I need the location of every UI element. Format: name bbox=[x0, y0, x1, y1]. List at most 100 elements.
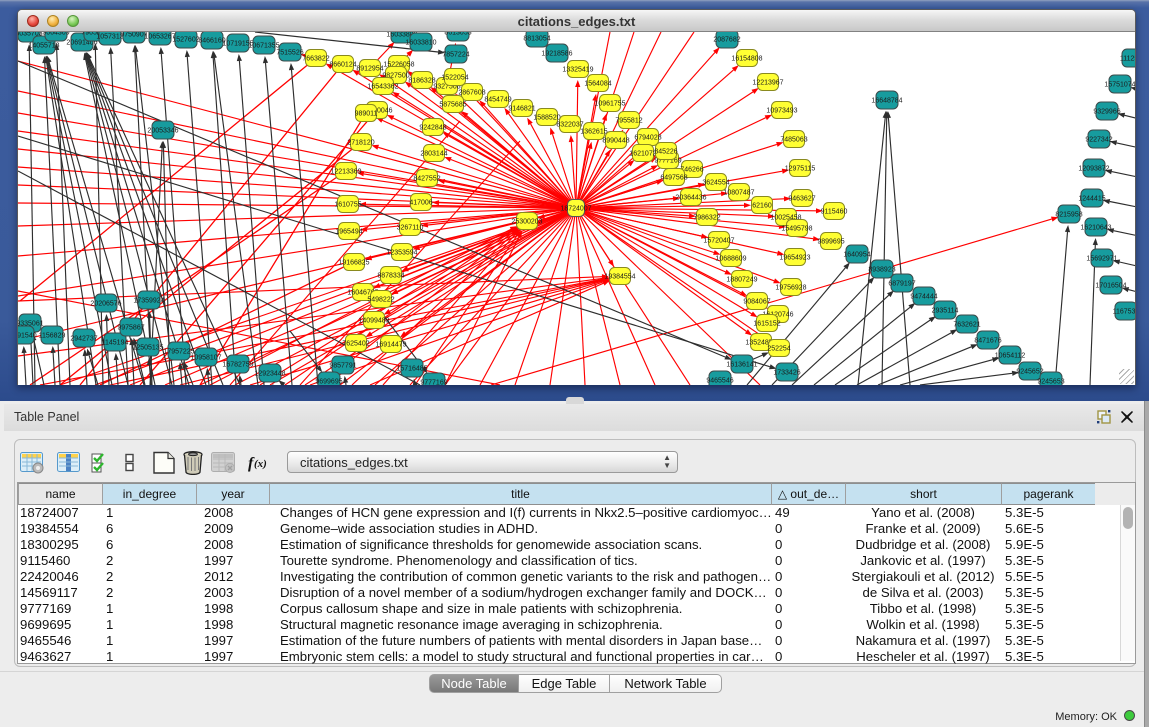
svg-text:19218586: 19218586 bbox=[541, 51, 572, 58]
svg-text:6497568: 6497568 bbox=[660, 175, 687, 182]
svg-text:19166825: 19166825 bbox=[338, 260, 369, 267]
svg-text:14099489: 14099489 bbox=[358, 318, 389, 325]
svg-text:1522054: 1522054 bbox=[441, 75, 468, 82]
svg-text:8454749: 8454749 bbox=[484, 97, 511, 104]
svg-text:16210643: 16210643 bbox=[1080, 225, 1111, 232]
svg-text:8427552: 8427552 bbox=[413, 176, 440, 183]
svg-text:7632621: 7632621 bbox=[953, 322, 980, 329]
svg-text:2803144: 2803144 bbox=[420, 151, 447, 158]
svg-text:7485063: 7485063 bbox=[780, 137, 807, 144]
svg-text:9064309: 9064309 bbox=[42, 32, 69, 37]
svg-text:5875685: 5875685 bbox=[439, 102, 466, 109]
svg-text:12923448: 12923448 bbox=[254, 371, 285, 378]
svg-text:1615152: 1615152 bbox=[753, 321, 780, 328]
svg-text:9474444: 9474444 bbox=[910, 294, 937, 301]
svg-text:15751074: 15751074 bbox=[1104, 82, 1135, 89]
svg-text:7515526: 7515526 bbox=[276, 50, 303, 57]
svg-text:13325419: 13325419 bbox=[562, 67, 593, 74]
svg-text:7955812: 7955812 bbox=[615, 118, 642, 125]
svg-text:5498222: 5498222 bbox=[367, 297, 394, 304]
svg-text:2718120: 2718120 bbox=[347, 140, 374, 147]
svg-text:9465546: 9465546 bbox=[706, 378, 733, 385]
svg-text:7625402: 7625402 bbox=[342, 341, 369, 348]
svg-text:1527602: 1527602 bbox=[172, 37, 199, 44]
svg-text:1640954: 1640954 bbox=[843, 252, 870, 259]
svg-text:10653267: 10653267 bbox=[144, 34, 175, 41]
svg-text:16154808: 16154808 bbox=[731, 56, 762, 63]
svg-text:14055713: 14055713 bbox=[28, 43, 59, 50]
svg-text:8471676: 8471676 bbox=[974, 338, 1001, 345]
svg-text:15495798: 15495798 bbox=[781, 226, 812, 233]
svg-text:12213967: 12213967 bbox=[752, 80, 783, 87]
svg-text:19654923: 19654923 bbox=[779, 255, 810, 262]
svg-text:10958107: 10958107 bbox=[190, 355, 221, 362]
svg-text:18724007: 18724007 bbox=[560, 206, 591, 213]
svg-text:25300203: 25300203 bbox=[511, 219, 542, 226]
svg-text:252254: 252254 bbox=[767, 346, 790, 353]
svg-text:8660124: 8660124 bbox=[329, 62, 356, 69]
svg-text:1588520: 1588520 bbox=[533, 115, 560, 122]
svg-text:417006: 417006 bbox=[409, 200, 432, 207]
svg-text:12213369: 12213369 bbox=[330, 169, 361, 176]
svg-text:20053346: 20053346 bbox=[147, 128, 178, 135]
svg-text:10973493: 10973493 bbox=[766, 108, 797, 115]
svg-text:17359924: 17359924 bbox=[133, 298, 164, 305]
svg-text:19384554: 19384554 bbox=[604, 274, 635, 281]
svg-text:6879197: 6879197 bbox=[888, 281, 915, 288]
svg-text:9391540: 9391540 bbox=[18, 333, 37, 340]
svg-text:9227342: 9227342 bbox=[1085, 137, 1112, 144]
svg-text:1145194: 1145194 bbox=[102, 340, 129, 347]
svg-text:8990448: 8990448 bbox=[602, 138, 629, 145]
svg-text:16648784: 16648784 bbox=[871, 98, 902, 105]
svg-text:9975867: 9975867 bbox=[117, 325, 144, 332]
svg-text:62160: 62160 bbox=[752, 203, 772, 210]
svg-text:9245653: 9245653 bbox=[1037, 379, 1064, 385]
svg-text:9242848: 9242848 bbox=[419, 125, 446, 132]
svg-text:989011: 989011 bbox=[355, 111, 378, 118]
svg-text:15692971: 15692971 bbox=[1086, 256, 1117, 263]
svg-text:8186328: 8186328 bbox=[408, 78, 435, 85]
svg-text:2942737: 2942737 bbox=[70, 336, 97, 343]
svg-text:9245652: 9245652 bbox=[1016, 369, 1043, 376]
svg-text:10654112: 10654112 bbox=[995, 353, 1026, 360]
svg-text:9463627: 9463627 bbox=[788, 196, 815, 203]
svg-text:9777169: 9777169 bbox=[420, 380, 447, 385]
svg-text:7857224: 7857224 bbox=[442, 52, 469, 59]
svg-text:3624554: 3624554 bbox=[702, 180, 729, 187]
svg-text:16543362: 16543362 bbox=[367, 84, 398, 91]
svg-text:9115460: 9115460 bbox=[821, 209, 848, 216]
svg-text:10961755: 10961755 bbox=[594, 101, 625, 108]
svg-text:8613053: 8613053 bbox=[444, 32, 471, 37]
svg-text:1965494: 1965494 bbox=[335, 229, 362, 236]
svg-text:2087682: 2087682 bbox=[713, 37, 740, 44]
svg-text:1112584: 1112584 bbox=[1120, 56, 1135, 63]
svg-text:1244415: 1244415 bbox=[1078, 196, 1105, 203]
svg-text:7663822: 7663822 bbox=[302, 56, 329, 63]
svg-text:1621072: 1621072 bbox=[629, 151, 656, 158]
svg-text:12505135: 12505135 bbox=[132, 345, 163, 352]
svg-text:9084067: 9084067 bbox=[743, 299, 770, 306]
svg-text:1362615: 1362615 bbox=[580, 129, 607, 136]
svg-text:16782759: 16782759 bbox=[222, 362, 253, 369]
svg-text:20206576: 20206576 bbox=[90, 301, 121, 308]
svg-text:8215958: 8215958 bbox=[1055, 212, 1082, 219]
svg-text:19756928: 19756928 bbox=[775, 285, 806, 292]
svg-text:9329966: 9329966 bbox=[1093, 109, 1120, 116]
svg-text:6794028: 6794028 bbox=[634, 135, 661, 142]
svg-text:10671355: 10671355 bbox=[248, 43, 279, 50]
svg-text:10807487: 10807487 bbox=[723, 190, 754, 197]
svg-text:3267110: 3267110 bbox=[397, 225, 424, 232]
svg-text:16136141: 16136141 bbox=[726, 362, 757, 369]
svg-text:845226: 845226 bbox=[654, 149, 677, 156]
svg-text:8322037: 8322037 bbox=[556, 122, 583, 129]
svg-text:17016504: 17016504 bbox=[1095, 283, 1126, 290]
svg-text:12093872: 12093872 bbox=[1078, 166, 1109, 173]
svg-text:9857791: 9857791 bbox=[329, 363, 356, 370]
svg-text:15716485: 15716485 bbox=[396, 366, 427, 373]
svg-text:1156829: 1156829 bbox=[39, 333, 66, 340]
svg-text:2867608: 2867608 bbox=[458, 90, 485, 97]
svg-text:8912954: 8912954 bbox=[356, 66, 383, 73]
svg-text:(x): (x) bbox=[254, 458, 267, 470]
svg-text:12975115: 12975115 bbox=[785, 166, 816, 173]
svg-text:8878334: 8878334 bbox=[377, 273, 404, 280]
